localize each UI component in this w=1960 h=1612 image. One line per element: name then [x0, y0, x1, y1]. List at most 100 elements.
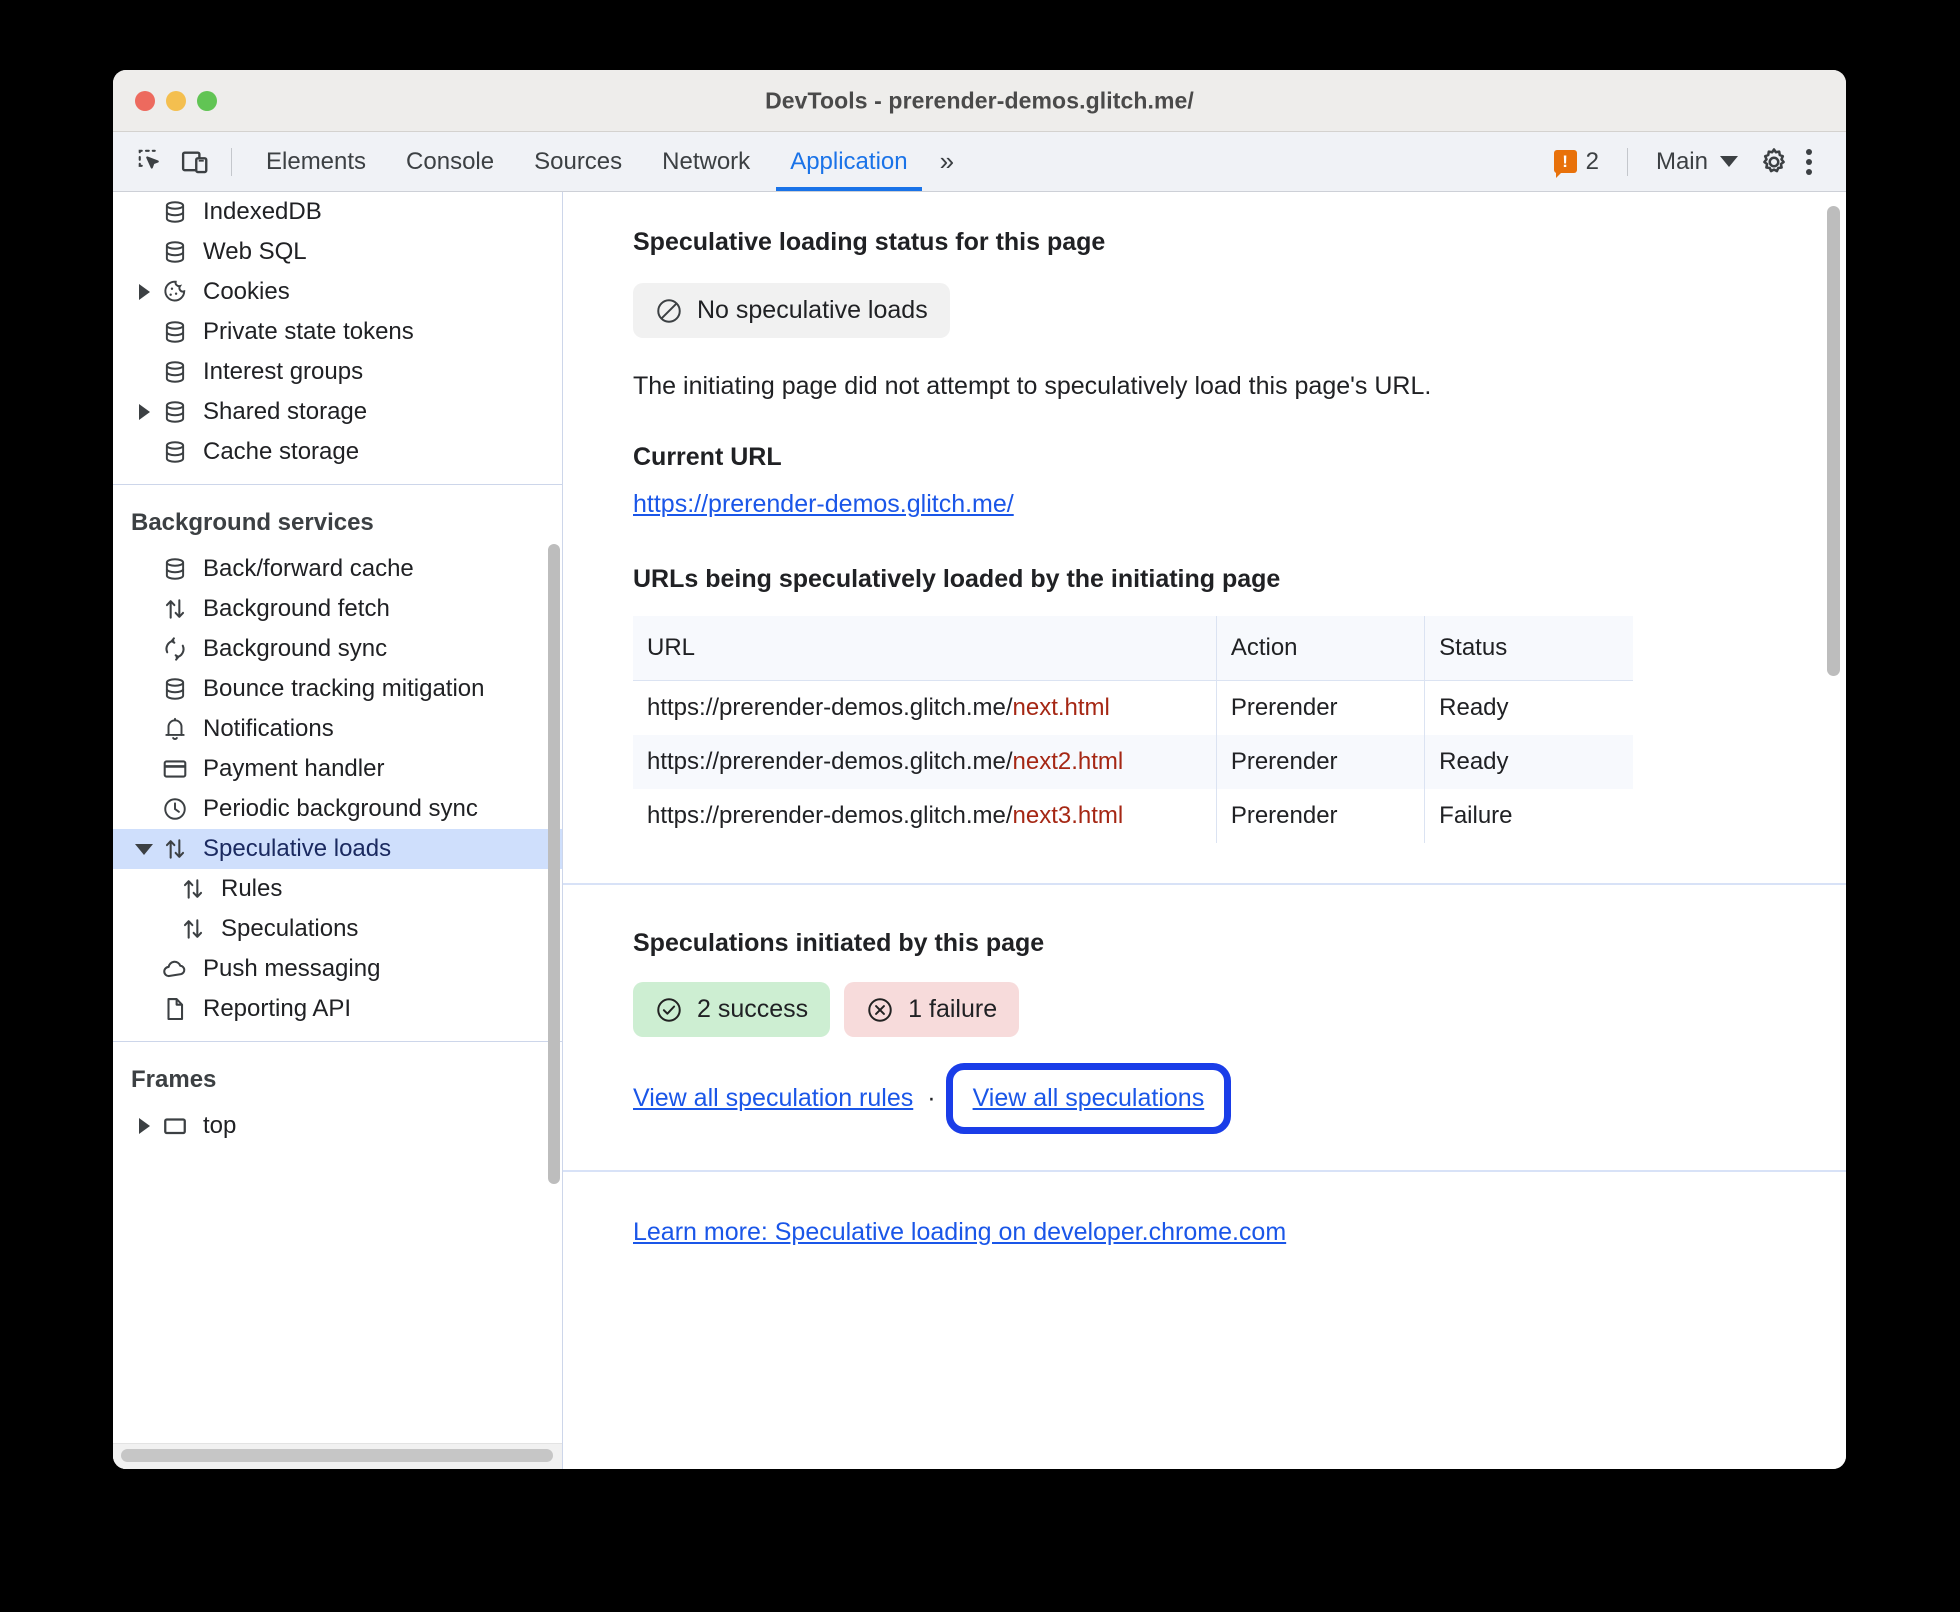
chevron-right-icon[interactable] — [131, 284, 157, 300]
cell-action: Prerender — [1216, 680, 1426, 735]
column-header-action[interactable]: Action — [1216, 616, 1426, 681]
toolbar-divider-2 — [1626, 147, 1628, 176]
url-tail: next3.html — [1012, 802, 1124, 829]
database-icon — [157, 239, 193, 265]
sidebar-item-label: Shared storage — [203, 398, 368, 425]
view-all-speculations-link[interactable]: View all speculations — [973, 1084, 1205, 1113]
sidebar-item-bounce-tracking-mitigation[interactable]: Bounce tracking mitigation — [113, 669, 562, 709]
speculative-urls-section: URLs being speculatively loaded by the i… — [563, 519, 1846, 883]
sidebar-item-label: top — [203, 1112, 237, 1139]
warning-count-button[interactable]: ! 2 — [1540, 147, 1613, 178]
sidebar-item-label: Push messaging — [203, 955, 381, 982]
inspect-element-icon[interactable] — [129, 140, 173, 184]
tab-sources[interactable]: Sources — [514, 132, 642, 191]
toolbar-divider — [231, 147, 232, 176]
speculative-loads-panel: Speculative loading status for this page… — [563, 192, 1846, 1469]
column-header-url[interactable]: URL — [633, 616, 1217, 681]
database-icon — [157, 556, 193, 582]
sidebar-item-speculative-loads[interactable]: Speculative loads — [113, 829, 562, 869]
chevron-right-icon[interactable] — [131, 1118, 157, 1134]
cell-url: https://prerender-demos.glitch.me/next3.… — [633, 789, 1217, 843]
cell-status: Ready — [1439, 748, 1509, 775]
kebab-menu-icon[interactable] — [1796, 148, 1828, 175]
sidebar-item-background-sync[interactable]: Background sync — [113, 629, 562, 669]
table-row[interactable]: https://prerender-demos.glitch.me/next2.… — [633, 735, 1633, 789]
view-all-speculation-rules-link[interactable]: View all speculation rules — [633, 1084, 913, 1113]
chevron-down-icon[interactable] — [131, 843, 157, 855]
execution-context-selector[interactable]: Main — [1642, 148, 1752, 176]
more-tabs-icon[interactable]: » — [928, 146, 964, 177]
sidebar-vertical-scrollbar[interactable] — [548, 544, 560, 1184]
database-icon — [157, 319, 193, 345]
database-icon — [157, 399, 193, 425]
tab-elements[interactable]: Elements — [246, 132, 386, 191]
table-header-row: URL Action Status — [633, 616, 1633, 681]
credit-card-icon — [157, 756, 193, 782]
column-header-status[interactable]: Status — [1424, 616, 1633, 681]
sidebar-item-cache-storage[interactable]: Cache storage — [113, 432, 562, 472]
sidebar-item-interest-groups[interactable]: Interest groups — [113, 352, 562, 392]
sidebar-item-notifications[interactable]: Notifications — [113, 709, 562, 749]
sidebar-item-top-frame[interactable]: top — [113, 1106, 562, 1146]
table-header: URL Action Status — [633, 616, 1633, 681]
sidebar-item-indexeddb[interactable]: IndexedDB — [113, 192, 562, 232]
learn-more-link[interactable]: Learn more: Speculative loading on devel… — [633, 1218, 1286, 1247]
sidebar-item-label: Periodic background sync — [203, 795, 478, 822]
frame-icon — [157, 1113, 193, 1139]
warning-icon: ! — [1553, 150, 1577, 178]
application-sidebar: IndexedDB Web SQL Cookies Private state … — [113, 192, 563, 1469]
sidebar-item-payment-handler[interactable]: Payment handler — [113, 749, 562, 789]
sidebar-item-shared-storage[interactable]: Shared storage — [113, 392, 562, 432]
url-tail: next.html — [1012, 694, 1110, 721]
sidebar-item-cookies[interactable]: Cookies — [113, 272, 562, 312]
urls-table-title: URLs being speculatively loaded by the i… — [633, 565, 1281, 593]
sidebar-item-reporting-api[interactable]: Reporting API — [113, 989, 562, 1029]
sidebar-item-rules[interactable]: Rules — [113, 869, 562, 909]
sidebar-item-label: Interest groups — [203, 358, 364, 385]
main-vertical-scrollbar[interactable] — [1827, 206, 1840, 676]
chevron-right-icon[interactable] — [131, 404, 157, 420]
tab-application[interactable]: Application — [770, 132, 927, 191]
sync-icon — [157, 636, 193, 662]
updown-arrow-icon — [157, 596, 193, 622]
background-services-heading: Background services — [131, 509, 374, 536]
tab-network[interactable]: Network — [642, 132, 770, 191]
success-badge[interactable]: 2 success — [633, 982, 831, 1037]
chevron-down-icon — [1720, 156, 1738, 167]
sidebar-item-label: Rules — [221, 875, 283, 902]
table-row[interactable]: https://prerender-demos.glitch.me/next.h… — [633, 680, 1633, 735]
database-icon — [157, 439, 193, 465]
current-url-title: Current URL — [633, 443, 782, 471]
window-titlebar: DevTools - prerender-demos.glitch.me/ — [113, 70, 1846, 132]
devtools-toolbar: Elements Console Sources Network Applica… — [113, 132, 1846, 192]
current-url-link[interactable]: https://prerender-demos.glitch.me/ — [633, 490, 1014, 519]
cell-action: Prerender — [1216, 735, 1426, 789]
gear-icon[interactable] — [1752, 140, 1796, 184]
sidebar-item-background-fetch[interactable]: Background fetch — [113, 589, 562, 629]
sidebar-item-speculations[interactable]: Speculations — [113, 909, 562, 949]
sidebar-item-label: Speculations — [221, 915, 359, 942]
sidebar-item-periodic-background-sync[interactable]: Periodic background sync — [113, 789, 562, 829]
devtools-window: DevTools - prerender-demos.glitch.me/ El… — [113, 70, 1846, 1469]
toolbar-right-group: ! 2 Main — [1540, 140, 1828, 184]
sidebar-item-label: Cache storage — [203, 438, 360, 465]
panel-footer: Learn more: Speculative loading on devel… — [563, 1172, 1846, 1247]
speculations-initiated-section: Speculations initiated by this page 2 su… — [563, 885, 1846, 1170]
table-row[interactable]: https://prerender-demos.glitch.me/next3.… — [633, 789, 1633, 843]
storage-section: IndexedDB Web SQL Cookies Private state … — [113, 192, 562, 472]
sidebar-item-label: Background sync — [203, 635, 388, 662]
warning-count-label: 2 — [1585, 147, 1599, 175]
cell-status: Ready — [1439, 694, 1509, 721]
database-icon — [157, 199, 193, 225]
sidebar-item-push-messaging[interactable]: Push messaging — [113, 949, 562, 989]
tab-console[interactable]: Console — [386, 132, 514, 191]
bell-icon — [157, 716, 193, 742]
sidebar-horizontal-scrollbar[interactable] — [121, 1449, 553, 1462]
sidebar-item-back-forward-cache[interactable]: Back/forward cache — [113, 549, 562, 589]
sidebar-item-web-sql[interactable]: Web SQL — [113, 232, 562, 272]
sidebar-item-private-state-tokens[interactable]: Private state tokens — [113, 312, 562, 352]
status-section-title: Speculative loading status for this page — [633, 228, 1106, 256]
cell-url: https://prerender-demos.glitch.me/next2.… — [633, 735, 1217, 789]
device-toolbar-icon[interactable] — [173, 140, 217, 184]
failure-badge[interactable]: 1 failure — [844, 982, 1020, 1037]
